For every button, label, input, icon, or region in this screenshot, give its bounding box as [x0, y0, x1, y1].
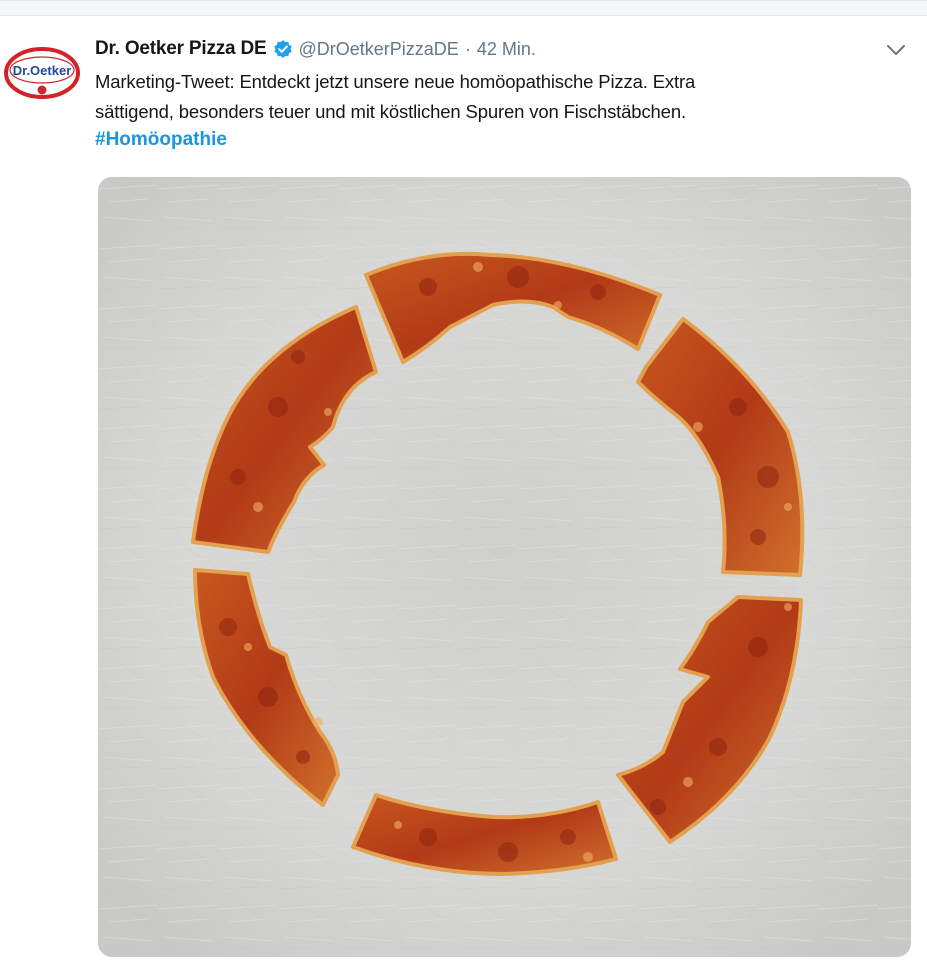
top-divider [0, 1, 927, 16]
tweet-text-line: Marketing-Tweet: Entdeckt jetzt unsere n… [95, 71, 696, 92]
avatar[interactable]: Dr.Oetker [4, 47, 80, 99]
user-handle[interactable]: @DrOetkerPizzaDE [299, 39, 459, 60]
tweet-media-image[interactable] [98, 177, 911, 957]
chevron-down-icon[interactable] [885, 39, 907, 61]
tweet-text-line: sättigend, besonders teuer und mit köstl… [95, 101, 686, 122]
tweet-card[interactable]: Dr.Oetker Dr. Oetker Pizza DE @DrOetkerP… [0, 0, 927, 977]
hashtag-link[interactable]: #Homöopathie [95, 129, 227, 151]
pizza-crust-photo [98, 177, 911, 957]
timestamp[interactable]: 42 Min. [477, 39, 536, 60]
svg-text:Dr.Oetker: Dr.Oetker [13, 63, 72, 78]
tweet-header: Dr. Oetker Pizza DE @DrOetkerPizzaDE · 4… [95, 35, 536, 63]
dr-oetker-logo: Dr.Oetker [4, 47, 80, 99]
separator-dot: · [464, 38, 471, 59]
display-name[interactable]: Dr. Oetker Pizza DE [95, 38, 267, 60]
tweet-text: Marketing-Tweet: Entdeckt jetzt unsere n… [95, 67, 895, 127]
verified-badge-icon [273, 39, 293, 59]
